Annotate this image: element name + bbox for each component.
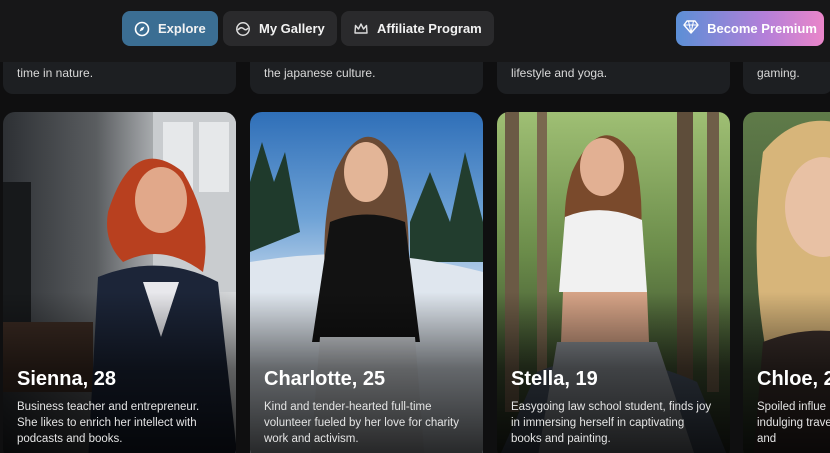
gallery-icon [235,21,251,37]
affiliate-program-label: Affiliate Program [377,21,482,36]
previous-card-text: time in nature. [17,66,94,80]
character-card[interactable]: Stella, 19 Easygoing law school student,… [497,112,730,453]
character-name: Sienna, 28 [17,368,116,390]
top-navigation-bar: Explore My Gallery Affiliate Program Bec… [0,0,830,62]
explore-button[interactable]: Explore [122,11,218,46]
character-card[interactable]: Sienna, 28 Business teacher and entrepre… [3,112,236,453]
character-description: Easygoing law school student, finds joy … [511,401,712,445]
previous-card-text: the japanese culture. [264,66,376,80]
compass-icon [134,21,150,37]
become-premium-button[interactable]: Become Premium [676,11,824,46]
crown-icon [353,21,369,37]
character-card[interactable]: Chloe, 2 Spoiled influe life indulging t… [743,112,830,453]
previous-card-text: lifestyle and yoga. [511,66,608,80]
my-gallery-button[interactable]: My Gallery [223,11,337,46]
explore-label: Explore [158,21,206,36]
affiliate-program-button[interactable]: Affiliate Program [341,11,494,46]
previous-card-text: gaming. [757,66,800,80]
my-gallery-label: My Gallery [259,21,325,36]
character-description: Spoiled influe life indulging traveling … [757,401,830,445]
character-name: Charlotte, 25 [264,368,386,390]
character-card[interactable]: Charlotte, 25 Kind and tender-hearted fu… [250,112,483,453]
become-premium-label: Become Premium [707,21,817,36]
diamond-icon [683,20,699,37]
character-description: Business teacher and entrepreneur. She l… [17,401,200,445]
character-name: Chloe, 2 [757,368,830,390]
character-name: Stella, 19 [511,368,598,390]
character-description: Kind and tender-hearted full-time volunt… [264,401,459,445]
